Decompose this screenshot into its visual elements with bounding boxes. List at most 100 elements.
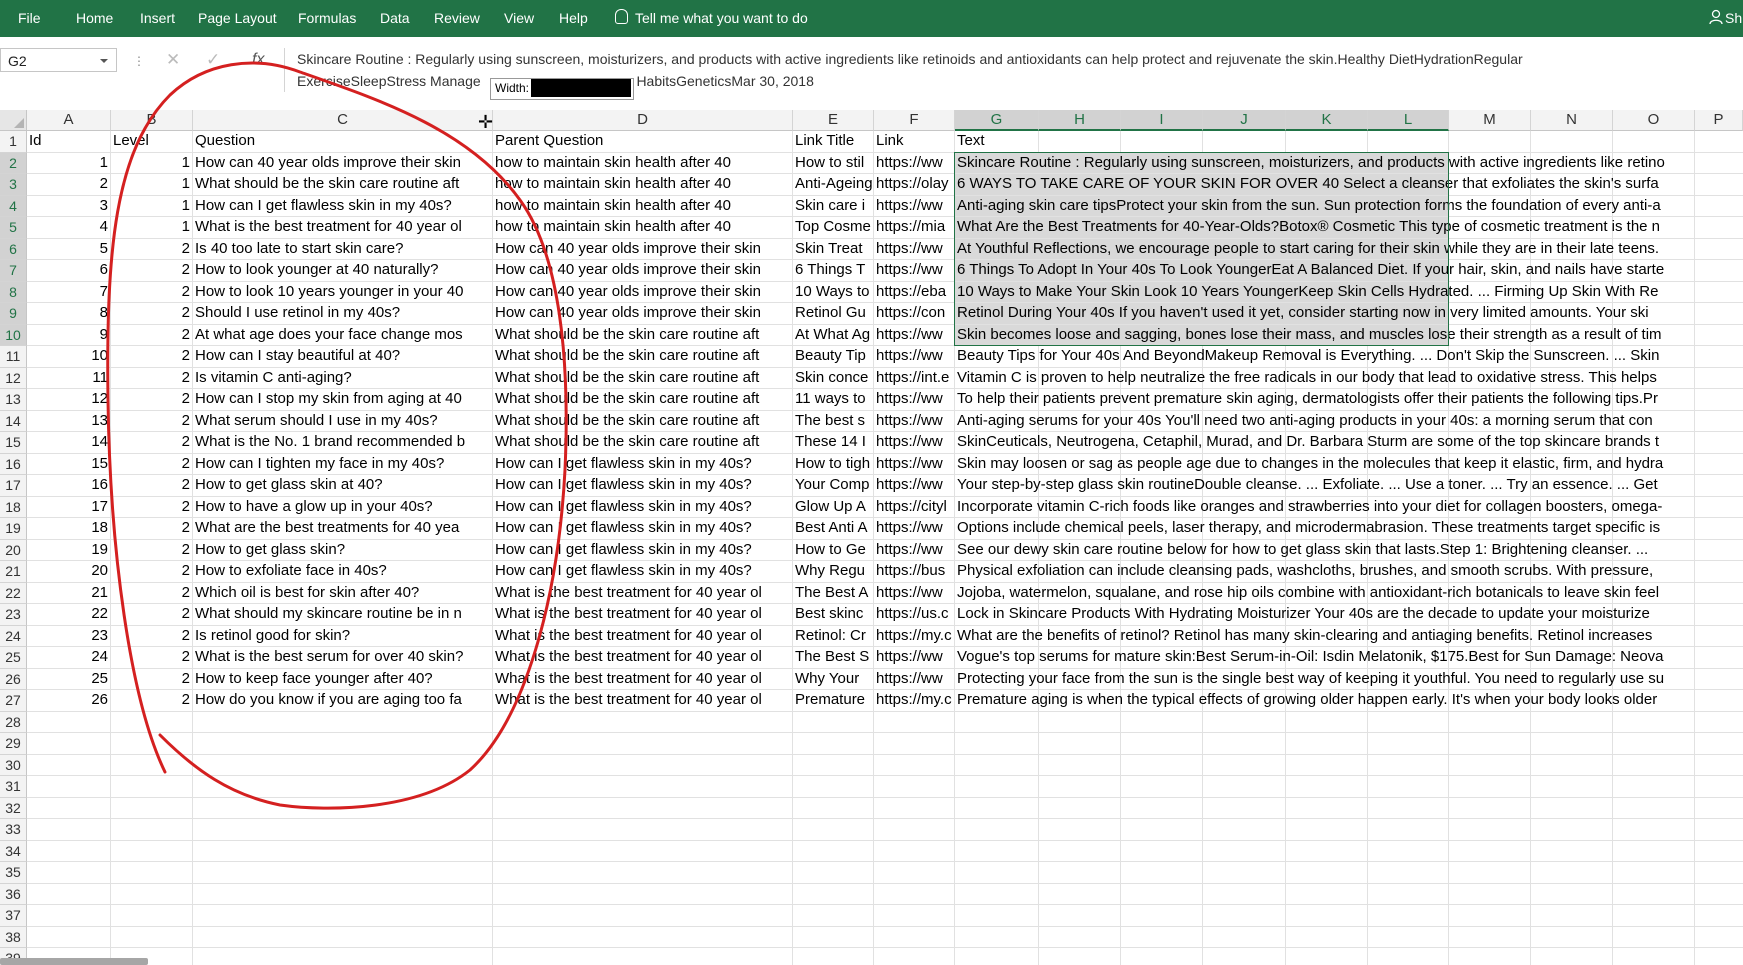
id-cell[interactable]: 9 [27, 324, 111, 346]
level-cell[interactable]: 1 [111, 152, 193, 174]
id-cell[interactable]: 11 [27, 367, 111, 389]
text-cell[interactable]: SkinCeuticals, Neutrogena, Cetaphil, Mur… [955, 432, 1743, 454]
parent-cell[interactable]: how to maintain skin health after 40 [493, 152, 793, 174]
column-header-f[interactable]: F [874, 110, 955, 131]
tab-review[interactable]: Review [434, 10, 480, 26]
link-cell[interactable]: https://ww [874, 647, 955, 669]
question-cell[interactable]: What should be the skin care routine aft [193, 174, 493, 196]
text-cell[interactable]: Jojoba, watermelon, squalane, and rose h… [955, 583, 1743, 605]
column-header-p[interactable]: P [1695, 110, 1743, 131]
level-cell[interactable]: 1 [111, 217, 193, 239]
id-cell[interactable]: 21 [27, 582, 111, 604]
link-title-cell[interactable]: These 14 I [793, 432, 874, 454]
question-cell[interactable]: How to exfoliate face in 40s? [193, 561, 493, 583]
link-title-cell[interactable]: The Best A [793, 582, 874, 604]
link-title-cell[interactable]: Skin conce [793, 367, 874, 389]
row-header-9[interactable]: 9 [0, 303, 27, 325]
column-header-c[interactable]: C [193, 110, 493, 131]
name-box[interactable]: G2 [0, 48, 117, 72]
link-title-cell[interactable]: Why Your [793, 668, 874, 690]
question-cell[interactable]: How do you know if you are aging too fa [193, 690, 493, 712]
text-cell[interactable]: See our dewy skin care routine below for… [955, 540, 1743, 562]
link-cell[interactable]: https://ww [874, 453, 955, 475]
parent-cell[interactable]: What should be the skin care routine aft [493, 410, 793, 432]
parent-cell[interactable]: What should be the skin care routine aft [493, 346, 793, 368]
column-header-g[interactable]: G [955, 110, 1039, 131]
row-header-19[interactable]: 19 [0, 518, 27, 540]
parent-cell[interactable]: What should be the skin care routine aft [493, 389, 793, 411]
row-header-38[interactable]: 38 [0, 926, 27, 948]
parent-cell[interactable]: How can I get flawless skin in my 40s? [493, 475, 793, 497]
text-cell[interactable]: Anti-aging serums for your 40s You'll ne… [955, 411, 1743, 433]
parent-cell[interactable]: What is the best treatment for 40 year o… [493, 625, 793, 647]
link-cell[interactable]: https://int.e [874, 367, 955, 389]
level-cell[interactable]: 2 [111, 410, 193, 432]
level-cell[interactable]: 1 [111, 174, 193, 196]
row-header-33[interactable]: 33 [0, 819, 27, 841]
parent-cell[interactable]: how to maintain skin health after 40 [493, 195, 793, 217]
text-cell[interactable]: Anti-aging skin care tipsProtect your sk… [955, 196, 1743, 218]
question-cell[interactable]: How to look 10 years younger in your 40 [193, 281, 493, 303]
row-header-30[interactable]: 30 [0, 754, 27, 776]
level-cell[interactable]: 2 [111, 475, 193, 497]
level-cell[interactable]: 2 [111, 496, 193, 518]
question-cell[interactable]: How can I tighten my face in my 40s? [193, 453, 493, 475]
link-cell[interactable]: https://ww [874, 518, 955, 540]
parent-cell[interactable]: How can 40 year olds improve their skin [493, 260, 793, 282]
link-cell[interactable]: https://ww [874, 260, 955, 282]
parent-cell[interactable]: How can I get flawless skin in my 40s? [493, 496, 793, 518]
text-cell[interactable]: Incorporate vitamin C-rich foods like or… [955, 497, 1743, 519]
link-cell[interactable]: https://ww [874, 152, 955, 174]
tell-me-search[interactable]: Tell me what you want to do [635, 10, 808, 26]
link-title-cell[interactable]: At What Ag [793, 324, 874, 346]
question-cell[interactable]: What is the best serum for over 40 skin? [193, 647, 493, 669]
row-header-18[interactable]: 18 [0, 496, 27, 518]
parent-cell[interactable]: What should be the skin care routine aft [493, 367, 793, 389]
link-title-cell[interactable]: The Best S [793, 647, 874, 669]
tab-help[interactable]: Help [559, 10, 588, 26]
level-cell[interactable]: 2 [111, 238, 193, 260]
parent-cell[interactable]: how to maintain skin health after 40 [493, 217, 793, 239]
level-cell[interactable]: 2 [111, 604, 193, 626]
level-cell[interactable]: 2 [111, 303, 193, 325]
row-header-4[interactable]: 4 [0, 195, 27, 217]
level-cell[interactable]: 2 [111, 389, 193, 411]
parent-cell[interactable]: What is the best treatment for 40 year o… [493, 604, 793, 626]
row-header-7[interactable]: 7 [0, 260, 27, 282]
id-cell[interactable]: 5 [27, 238, 111, 260]
row-header-28[interactable]: 28 [0, 711, 27, 733]
text-cell[interactable]: Your step-by-step glass skin routineDoub… [955, 475, 1743, 497]
id-cell[interactable]: 8 [27, 303, 111, 325]
level-cell[interactable]: 2 [111, 668, 193, 690]
id-cell[interactable]: 24 [27, 647, 111, 669]
parent-cell[interactable]: How can I get flawless skin in my 40s? [493, 518, 793, 540]
question-cell[interactable]: What is the No. 1 brand recommended b [193, 432, 493, 454]
chevron-down-icon[interactable] [100, 59, 108, 63]
link-title-cell[interactable]: How to Ge [793, 539, 874, 561]
text-cell[interactable]: Beauty Tips for Your 40s And BeyondMakeu… [955, 346, 1743, 368]
level-cell[interactable]: 2 [111, 324, 193, 346]
row-header-5[interactable]: 5 [0, 217, 27, 239]
link-cell[interactable]: https://olay [874, 174, 955, 196]
id-cell[interactable]: 3 [27, 195, 111, 217]
question-cell[interactable]: Which oil is best for skin after 40? [193, 582, 493, 604]
column-header-m[interactable]: M [1449, 110, 1531, 131]
id-cell[interactable]: Id [27, 131, 111, 153]
row-header-34[interactable]: 34 [0, 840, 27, 862]
question-cell[interactable]: What should my skincare routine be in n [193, 604, 493, 626]
text-cell[interactable]: At Youthful Reflections, we encourage pe… [955, 239, 1743, 261]
text-cell[interactable]: 10 Ways to Make Your Skin Look 10 Years … [955, 282, 1743, 304]
parent-cell[interactable]: What is the best treatment for 40 year o… [493, 582, 793, 604]
link-title-cell[interactable]: Anti-Ageing [793, 174, 874, 196]
row-header-24[interactable]: 24 [0, 625, 27, 647]
link-cell[interactable]: Link [874, 131, 955, 153]
column-header-j[interactable]: J [1203, 110, 1286, 131]
column-header-n[interactable]: N [1531, 110, 1613, 131]
parent-cell[interactable]: How can I get flawless skin in my 40s? [493, 539, 793, 561]
level-cell[interactable]: 2 [111, 346, 193, 368]
link-cell[interactable]: https://bus [874, 561, 955, 583]
row-header-12[interactable]: 12 [0, 367, 27, 389]
link-cell[interactable]: https://us.c [874, 604, 955, 626]
level-cell[interactable]: 2 [111, 453, 193, 475]
row-header-29[interactable]: 29 [0, 733, 27, 755]
